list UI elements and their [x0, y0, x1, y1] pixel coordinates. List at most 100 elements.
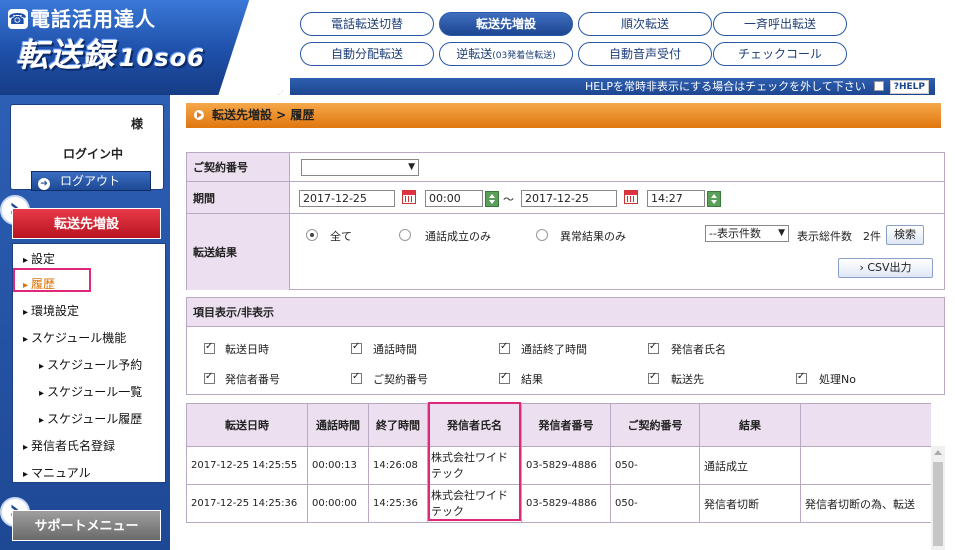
logo-main-text: 転送録 10so6 — [16, 30, 205, 76]
help-button[interactable]: ?HELP — [889, 80, 929, 94]
date-to-input[interactable]: 2017-12-25 — [521, 190, 617, 207]
sidebar-item-rireki[interactable]: 履歴 — [23, 275, 55, 292]
nav-denwa-tensou-kirikae[interactable]: 電話転送切替 — [300, 12, 434, 36]
checkbox-caller-number[interactable] — [204, 371, 215, 384]
nav-jidou-onsei[interactable]: 自動音声受付 — [578, 42, 712, 66]
table-row: 2017-12-25 14:25:55 00:00:13 14:26:08 株式… — [186, 446, 931, 485]
column-header[interactable]: 終了時間 — [368, 403, 428, 447]
checkbox-tsuwa-shuryo[interactable] — [499, 341, 510, 354]
sidebar-item-manual[interactable]: マニュアル — [23, 464, 91, 481]
checkbox-label: 結果 — [521, 373, 543, 386]
checkbox-result[interactable] — [499, 371, 510, 384]
breadcrumb-text: 転送先増設 > 履歴 — [212, 108, 315, 122]
sidebar-item-schedule-rireki[interactable]: スケジュール履歴 — [39, 410, 142, 427]
cell-result: 発信者切断 — [699, 484, 801, 523]
menu-list: 設定 履歴 環境設定 スケジュール機能 スケジュール予約 スケジュール一覧 スケ… — [12, 243, 166, 483]
column-header[interactable]: 転送日時 — [186, 403, 308, 447]
search-button[interactable]: 検索 — [886, 225, 924, 245]
result-row: 転送結果 全て 通話成立のみ 異常結果のみ --表示件数 表示総件数 2件 検索… — [187, 214, 944, 290]
menu-title: 転送先増設 — [12, 208, 161, 239]
results-table-wrapper: 転送日時 通話時間 終了時間 発信者氏名 発信者番号 ご契約番号 結果 2017… — [186, 403, 931, 550]
cell-caller-name: 株式会社ワイドテック — [427, 484, 522, 523]
logout-button[interactable]: ➔ ログアウト — [31, 171, 151, 191]
cell-end-time: 14:26:08 — [368, 446, 428, 485]
period-row: 期間 2017-12-25 00:00 ～ 2017-12-25 14:27 — [187, 182, 944, 214]
checkbox-contract-number[interactable] — [351, 371, 362, 384]
nav-junji-tensou[interactable]: 順次転送 — [578, 12, 712, 36]
help-checkbox[interactable] — [873, 81, 884, 91]
vertical-scrollbar[interactable] — [931, 446, 945, 550]
time-to-input[interactable]: 14:27 — [647, 190, 705, 207]
sidebar-item-settei[interactable]: 設定 — [23, 250, 55, 267]
logo-sub-label: 10so6 — [119, 44, 205, 72]
checkbox-label: 転送日時 — [225, 343, 269, 356]
nav-issei-yobidashi[interactable]: 一斉呼出転送 — [713, 12, 847, 36]
checkbox-label: 発信者氏名 — [671, 343, 726, 356]
calendar-icon[interactable] — [624, 190, 638, 204]
csv-export-label: CSV出力 — [867, 261, 912, 274]
cell-datetime: 2017-12-25 14:25:36 — [186, 484, 308, 523]
support-menu-title[interactable]: サポートメニュー — [12, 510, 161, 541]
cell-result: 通話成立 — [699, 446, 801, 485]
radio-success-only[interactable] — [399, 229, 411, 241]
table-header-row: 転送日時 通話時間 終了時間 発信者氏名 発信者番号 ご契約番号 結果 — [186, 403, 931, 447]
nav-tensousaki-zousetsu[interactable]: 転送先増設 — [439, 12, 573, 36]
column-header[interactable]: 発信者氏名 — [427, 403, 522, 447]
column-header[interactable]: 発信者番号 — [521, 403, 611, 447]
checkbox-caller-name[interactable] — [648, 341, 659, 354]
cell-end-time: 14:25:36 — [368, 484, 428, 523]
help-bar: HELPを常時非表示にする場合はチェックを外して下さい ?HELP — [290, 78, 935, 95]
cell-duration: 00:00:00 — [307, 484, 369, 523]
nav-check-call[interactable]: チェックコール — [713, 42, 847, 66]
contract-row: ご契約番号 — [187, 153, 944, 182]
header: ☎ 電話活用達人 転送録 10so6 電話転送切替 転送先増設 順次転送 一斉呼出転… — [0, 0, 955, 95]
sidebar-item-schedule-yoyaku[interactable]: スケジュール予約 — [39, 356, 142, 373]
time-from-spinner[interactable] — [485, 191, 499, 207]
radio-error-only[interactable] — [536, 229, 548, 241]
nav-gyaku-tensou-label: 逆転送 — [456, 47, 493, 61]
nav-gyaku-tensou[interactable]: 逆転送(03発着信転送) — [439, 42, 573, 66]
calendar-icon[interactable] — [402, 190, 416, 204]
sidebar: 様 ログイン中 ➔ ログアウト 転送先増設 設定 履歴 環境設定 スケジュール機能… — [0, 95, 170, 550]
time-to-spinner[interactable] — [707, 191, 721, 207]
sidebar-item-kankyou-settei[interactable]: 環境設定 — [23, 302, 79, 319]
csv-export-button[interactable]: › CSV出力 — [838, 258, 933, 278]
checkbox-label: 転送先 — [671, 373, 704, 386]
radio-error-only-label: 異常結果のみ — [560, 230, 626, 243]
arrow-right-icon: ➔ — [38, 178, 50, 190]
sidebar-item-schedule[interactable]: スケジュール機能 — [23, 329, 126, 346]
column-header[interactable]: 結果 — [699, 403, 801, 447]
total-count-value: 2件 — [863, 230, 881, 243]
columns-panel-title: 項目表示/非表示 — [187, 298, 944, 327]
column-header[interactable]: 通話時間 — [307, 403, 369, 447]
results-table: 転送日時 通話時間 終了時間 発信者氏名 発信者番号 ご契約番号 結果 2017… — [186, 403, 931, 523]
breadcrumb: 転送先増設 > 履歴 — [186, 103, 941, 128]
checkbox-tensou-nichiji[interactable] — [204, 341, 215, 354]
login-box: 様 ログイン中 ➔ ログアウト — [10, 104, 164, 191]
sidebar-item-caller-name[interactable]: 発信者氏名登録 — [23, 437, 115, 454]
login-user-suffix: 様 — [131, 117, 144, 131]
column-header[interactable] — [800, 403, 931, 447]
nav-jidou-bunpai[interactable]: 自動分配転送 — [300, 42, 434, 66]
date-from-input[interactable]: 2017-12-25 — [299, 190, 395, 207]
checkbox-label: 処理No — [819, 373, 856, 386]
contract-select[interactable] — [301, 159, 419, 176]
help-bar-text: HELPを常時非表示にする場合はチェックを外して下さい — [585, 80, 866, 93]
cell-caller-name: 株式会社ワイドテック — [427, 446, 522, 485]
scrollbar-thumb[interactable] — [933, 462, 943, 546]
sidebar-item-schedule-ichiran[interactable]: スケジュール一覧 — [39, 383, 142, 400]
checkbox-destination[interactable] — [648, 371, 659, 384]
radio-all[interactable] — [306, 229, 318, 241]
login-status: ログイン中 — [63, 147, 124, 161]
checkbox-label: 通話時間 — [373, 343, 417, 356]
time-from-input[interactable]: 00:00 — [425, 190, 483, 207]
checkbox-label: 発信者番号 — [225, 373, 280, 386]
bullet-arrow-icon — [194, 110, 204, 120]
logo-main-label: 転送録 — [16, 36, 116, 74]
logo-top-text: ☎ 電話活用達人 — [8, 3, 156, 32]
checkbox-tsuwa-jikan[interactable] — [351, 341, 362, 354]
display-count-select[interactable]: --表示件数 — [705, 225, 789, 242]
checkbox-shori-no[interactable] — [796, 371, 807, 384]
result-label: 転送結果 — [187, 214, 290, 290]
column-header[interactable]: ご契約番号 — [610, 403, 700, 447]
